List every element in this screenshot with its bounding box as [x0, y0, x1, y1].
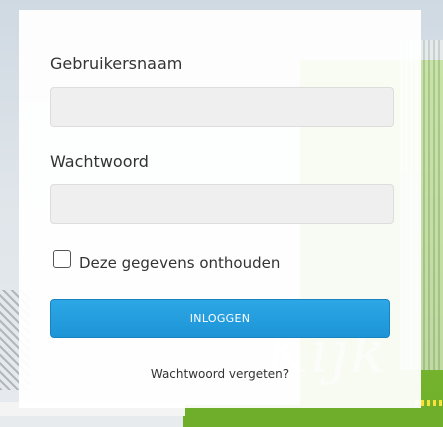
username-field[interactable]: [50, 87, 394, 127]
remember-me-checkbox[interactable]: [53, 250, 71, 268]
password-field[interactable]: [50, 184, 394, 224]
username-label: Gebruikersnaam: [50, 54, 183, 73]
forgot-password-link[interactable]: Wachtwoord vergeten?: [19, 367, 421, 381]
background-green-strip: [183, 405, 443, 427]
remember-me-row[interactable]: Deze gegevens onthouden: [53, 250, 280, 272]
password-label: Wachtwoord: [50, 152, 149, 171]
remember-me-label[interactable]: Deze gegevens onthouden: [79, 254, 280, 272]
login-card: Gebruikersnaam Wachtwoord Deze gegevens …: [19, 10, 421, 408]
login-button[interactable]: INLOGGEN: [50, 299, 390, 338]
